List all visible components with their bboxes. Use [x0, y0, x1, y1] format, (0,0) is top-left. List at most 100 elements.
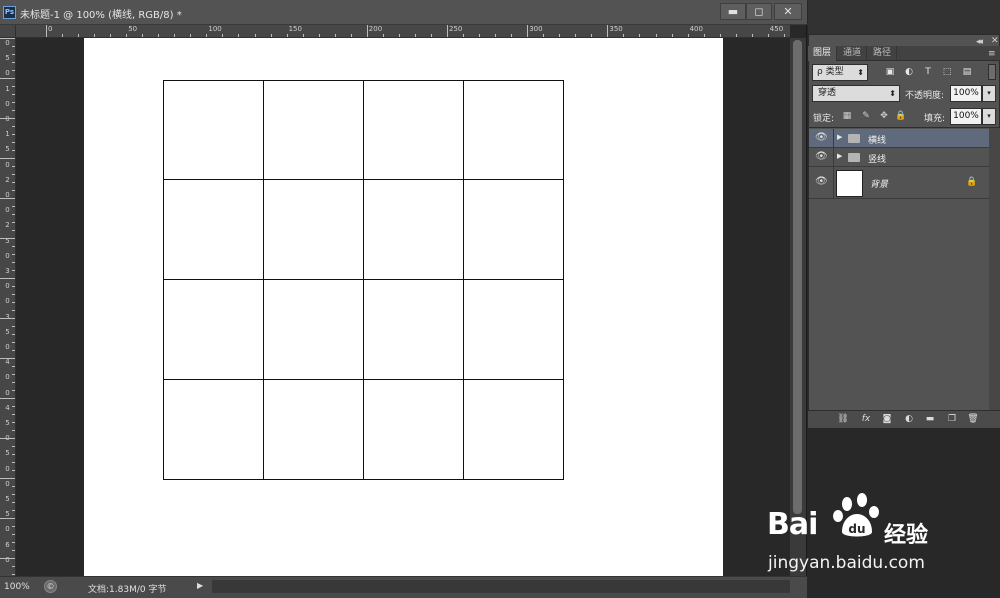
group-folder-icon[interactable]: ▬ — [923, 412, 937, 426]
panel-tab-bar: 图层 通道 路径 — [808, 46, 1000, 61]
layer-name: 背景 — [870, 180, 889, 190]
ruler-v-tick — [12, 46, 15, 47]
ruler-v-label: 0 — [5, 388, 10, 397]
eye-column-divider — [833, 148, 834, 166]
document-canvas[interactable] — [84, 38, 723, 576]
vertical-scrollbar[interactable] — [790, 38, 806, 576]
adjustment-icon[interactable]: ◐ — [902, 412, 916, 426]
ruler-h-tick — [383, 34, 384, 37]
new-layer-icon[interactable]: ❐ — [945, 412, 959, 426]
text-filter-icon[interactable]: T — [922, 66, 934, 78]
expand-group-triangle-icon[interactable]: ▶ — [837, 152, 842, 160]
ruler-h-tick — [431, 34, 432, 37]
tab-channels[interactable]: 通道 — [838, 46, 868, 61]
ruler-v-label: 2 — [5, 221, 10, 230]
status-bar: 100% © 文档:1.83M/0 字节 ▶ — [0, 576, 807, 598]
ruler-v-tick — [12, 286, 15, 287]
tab-paths[interactable]: 路径 — [868, 46, 898, 61]
smart-object-filter-icon[interactable]: ▤ — [961, 66, 973, 78]
lock-image-pixels-icon[interactable]: ✎ — [860, 110, 872, 122]
status-info-icon[interactable]: © — [44, 580, 57, 593]
visibility-eye-icon[interactable]: 👁 — [815, 133, 828, 143]
ruler-origin[interactable] — [0, 25, 16, 38]
ruler-v-tick — [12, 270, 15, 271]
ruler-v-tick — [12, 262, 15, 263]
baidu-watermark-url: jingyan.baidu.com — [768, 553, 925, 573]
blend-mode-select[interactable]: 穿透 ⬍ — [812, 85, 900, 102]
ruler-v-label: 5 — [5, 145, 10, 154]
baidu-watermark-text: 经验 — [884, 523, 929, 548]
horizontal-ruler[interactable]: 0501001502002503003504004505005506006507… — [16, 25, 790, 38]
ruler-v-label: 5 — [5, 419, 10, 427]
lock-position-icon[interactable]: ✥ — [878, 110, 890, 122]
link-icon[interactable]: ⛓ — [836, 412, 850, 426]
ruler-v-tick — [12, 110, 15, 111]
ruler-v-label: 0 — [5, 99, 10, 108]
ruler-h-tick — [319, 34, 320, 37]
status-menu-arrow-icon[interactable]: ▶ — [197, 581, 203, 590]
ruler-v-tick — [0, 358, 15, 359]
ruler-h-tick — [575, 34, 576, 37]
ruler-v-tick — [12, 166, 15, 167]
close-button[interactable]: ✕ — [774, 3, 802, 20]
layer-locked-icon[interactable]: 🔒 — [966, 177, 977, 187]
ruler-v-tick — [12, 374, 15, 375]
visibility-eye-icon[interactable]: 👁 — [815, 152, 828, 162]
fill-slider-button[interactable]: ▾ — [982, 108, 996, 125]
ruler-h-tick — [367, 25, 368, 37]
fx-icon[interactable]: fx — [859, 412, 873, 426]
ruler-h-label: 300 — [529, 25, 543, 33]
horizontal-scrollbar[interactable] — [212, 580, 790, 593]
ruler-h-tick — [688, 34, 689, 37]
ruler-v-label: 4 — [5, 358, 10, 367]
document-title: 未标题-1 @ 100% (横线, RGB/8) * — [20, 10, 182, 21]
ruler-h-tick — [736, 34, 737, 37]
lock-transparency-icon[interactable]: ▦ — [841, 110, 853, 122]
ruler-v-tick — [12, 502, 15, 503]
ruler-h-label: 200 — [368, 25, 383, 33]
filter-toggle-switch[interactable] — [988, 64, 996, 80]
ruler-v-tick — [12, 134, 15, 135]
layer-filter-select[interactable]: ρ 类型 ⬍ — [812, 64, 868, 81]
ruler-v-tick — [12, 326, 15, 327]
ruler-v-tick — [12, 102, 15, 103]
vertical-grid-line — [363, 80, 364, 479]
image-filter-icon[interactable]: ▣ — [884, 66, 896, 78]
mask-icon[interactable]: ◙ — [880, 412, 894, 426]
fill-input[interactable]: 100% — [950, 108, 982, 125]
panel-close-icon[interactable]: ✕ — [991, 36, 999, 46]
maximize-button[interactable]: ◻ — [746, 3, 772, 20]
vertical-scrollbar-thumb[interactable] — [793, 40, 802, 514]
delete-icon[interactable]: 🗑 — [966, 412, 980, 426]
layer-thumbnail — [836, 170, 863, 197]
ruler-v-tick — [0, 78, 15, 79]
ruler-h-tick — [656, 34, 657, 37]
vertical-lines-layer — [84, 38, 723, 576]
baidu-watermark-logo: Bai — [767, 507, 818, 542]
ruler-v-tick — [12, 86, 15, 87]
visibility-eye-icon[interactable]: 👁 — [815, 177, 828, 187]
layer-row-horizontal-lines[interactable]: 👁 ▶ 横线 — [809, 129, 989, 148]
ruler-v-tick — [12, 334, 15, 335]
layer-row-background[interactable]: 👁 背景 🔒 — [809, 167, 989, 199]
zoom-level[interactable]: 100% — [4, 582, 30, 592]
vertical-ruler[interactable]: 05010015020025030035040045050055060 — [0, 38, 16, 576]
minimize-button[interactable]: ▬ — [720, 3, 746, 20]
vertical-grid-line — [163, 80, 164, 479]
panel-menu-icon[interactable]: ≡ — [988, 49, 996, 59]
ruler-v-tick — [12, 542, 15, 543]
blend-mode-arrow-icon: ⬍ — [889, 89, 896, 98]
ruler-h-tick — [206, 34, 207, 37]
layers-scrollbar[interactable] — [989, 128, 1000, 410]
opacity-input[interactable]: 100% — [950, 85, 982, 102]
opacity-slider-button[interactable]: ▾ — [982, 85, 996, 102]
adjustment-filter-icon[interactable]: ◐ — [903, 66, 915, 78]
ruler-v-tick — [12, 446, 15, 447]
tab-layers[interactable]: 图层 — [808, 46, 838, 61]
ruler-v-tick — [12, 206, 15, 207]
shape-filter-icon[interactable]: ⬚ — [941, 66, 953, 78]
lock-all-icon[interactable]: 🔒 — [895, 110, 907, 122]
expand-group-triangle-icon[interactable]: ▶ — [837, 133, 842, 141]
layer-row-vertical-lines[interactable]: 👁 ▶ 竖线 — [809, 148, 989, 167]
ruler-h-tick — [784, 34, 785, 37]
